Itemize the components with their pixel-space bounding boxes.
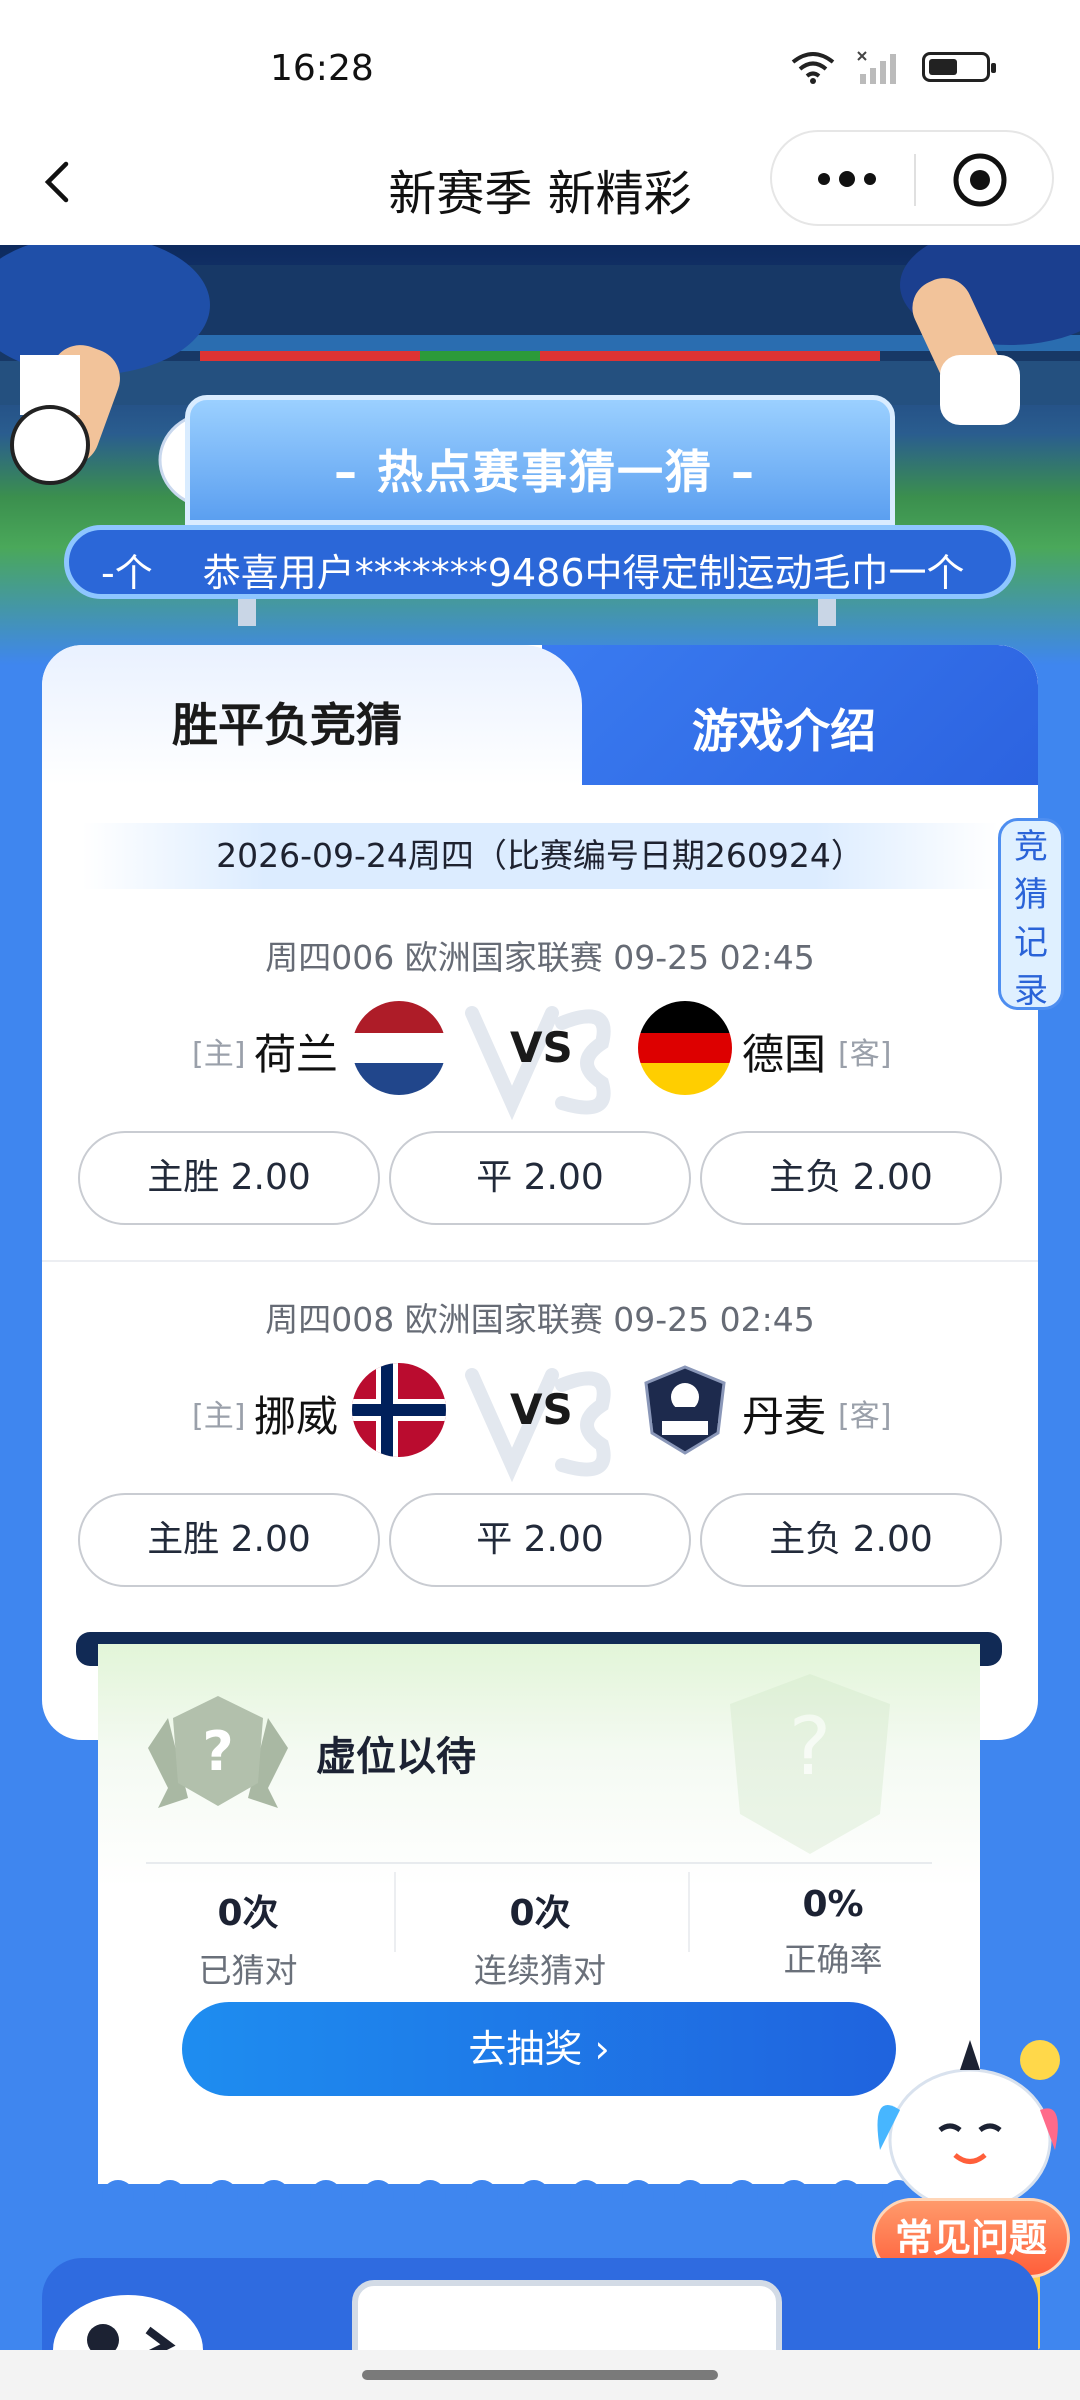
stat-value: 0次 bbox=[217, 1893, 279, 1934]
draw-odds-button[interactable]: 平 2.00 bbox=[389, 1493, 691, 1587]
match-info: 周四008 欧洲国家联赛 09-25 02:45 bbox=[265, 1300, 815, 1339]
home-win-odds-button[interactable]: 主胜 2.00 bbox=[78, 1493, 380, 1587]
status-bar: 16:28 bbox=[0, 0, 1080, 130]
stat-value: 0次 bbox=[509, 1893, 571, 1934]
away-team-logo-icon bbox=[644, 1365, 726, 1455]
stat-label: 已猜对 bbox=[198, 1951, 298, 1990]
team-row: [主] 挪威 VS 丹麦 [客] bbox=[42, 1361, 1038, 1483]
away-tag: [客] bbox=[838, 1037, 892, 1072]
side-tab-char: 猜 bbox=[1014, 875, 1048, 915]
stat-correct: 0次 已猜对 bbox=[118, 1884, 378, 1992]
status-time: 16:28 bbox=[270, 48, 374, 89]
stat-accuracy: 0% 正确率 bbox=[703, 1884, 963, 1981]
team-row: [主] 荷兰 VS 德国 [客] bbox=[42, 999, 1038, 1121]
guess-card: 胜平负竞猜 游戏介绍 2026-09-24周四（比赛编号日期260924） 周四… bbox=[42, 645, 1038, 1740]
capsule-divider bbox=[914, 154, 916, 206]
more-icon[interactable] bbox=[812, 164, 882, 194]
rank-status: 虚位以待 bbox=[316, 1734, 476, 1780]
hot-match-board: – 热点赛事猜一猜 – bbox=[185, 395, 895, 525]
ticket-scallop-edge bbox=[98, 2166, 980, 2202]
board-post-right bbox=[818, 598, 836, 626]
go-lottery-button[interactable]: 去抽奖 › bbox=[182, 2002, 896, 2096]
unknown-rank-badge-icon: ? bbox=[148, 1696, 288, 1808]
nav-bar: 新赛季 新精彩 bbox=[0, 130, 1080, 245]
stat-label: 正确率 bbox=[783, 1940, 883, 1979]
close-target-icon[interactable] bbox=[950, 150, 1010, 210]
vs-label: VS bbox=[510, 1385, 573, 1434]
stat-value: 0% bbox=[802, 1884, 864, 1925]
board-post-left bbox=[238, 598, 256, 626]
germany-flag-icon bbox=[638, 1001, 732, 1095]
away-tag: [客] bbox=[838, 1399, 892, 1434]
away-team-name: 德国 bbox=[742, 1030, 827, 1079]
faq-mascot-illustration bbox=[877, 2040, 1060, 2212]
ticker-text: -个 恭喜用户*******9486中得定制运动毛巾一个 bbox=[101, 551, 965, 595]
home-team-name: 荷兰 bbox=[254, 1030, 339, 1079]
board-title: – 热点赛事猜一猜 – bbox=[333, 445, 757, 499]
svg-text:?: ? bbox=[789, 1700, 831, 1793]
vs-label: VS bbox=[510, 1023, 573, 1072]
side-tab-char: 竞 bbox=[1014, 827, 1048, 867]
ranking-ticket: ? ? 虚位以待 0次 已猜对 0次 连续猜对 0% 正确率 去抽奖 › bbox=[98, 1644, 980, 2202]
match-card: 周四008 欧洲国家联赛 09-25 02:45 [主] 挪威 VS 丹麦 [客… bbox=[42, 1293, 1038, 1633]
match-card: 周四006 欧洲国家联赛 09-25 02:45 [主] 荷兰 VS 德国 [客… bbox=[42, 931, 1038, 1271]
badge-watermark-icon: ? bbox=[730, 1674, 890, 1854]
status-icons bbox=[790, 50, 996, 84]
wifi-icon bbox=[791, 52, 835, 84]
stat-separator bbox=[688, 1872, 690, 1952]
home-tag: [主] bbox=[192, 1399, 246, 1434]
home-lose-odds-button[interactable]: 主负 2.00 bbox=[700, 1493, 1002, 1587]
stats-divider bbox=[146, 1862, 932, 1864]
home-indicator[interactable] bbox=[362, 2370, 718, 2380]
guess-record-tab[interactable]: 竞 猜 记 录 bbox=[998, 818, 1064, 1011]
side-tab-char: 录 bbox=[1014, 971, 1048, 1011]
home-win-odds-button[interactable]: 主胜 2.00 bbox=[78, 1131, 380, 1225]
tab-win-draw-lose-label: 胜平负竞猜 bbox=[172, 698, 402, 752]
home-lose-odds-button[interactable]: 主负 2.00 bbox=[700, 1131, 1002, 1225]
tab-bar: 胜平负竞猜 游戏介绍 bbox=[42, 645, 1038, 785]
winner-ticker: -个 恭喜用户*******9486中得定制运动毛巾一个 bbox=[64, 525, 1016, 599]
stat-streak: 0次 连续猜对 bbox=[410, 1884, 670, 1992]
signal-icon bbox=[857, 51, 896, 84]
match-divider bbox=[42, 1260, 1038, 1262]
norway-flag-icon bbox=[352, 1363, 446, 1457]
stat-label: 连续猜对 bbox=[474, 1951, 606, 1990]
side-tab-char: 记 bbox=[1014, 923, 1048, 963]
stat-separator bbox=[394, 1872, 396, 1952]
svg-text:?: ? bbox=[202, 1720, 233, 1783]
home-tag: [主] bbox=[192, 1037, 246, 1072]
netherlands-flag-icon bbox=[352, 1001, 446, 1095]
match-date: 2026-09-24周四（比赛编号日期260924） bbox=[82, 823, 998, 889]
home-team-name: 挪威 bbox=[254, 1392, 339, 1441]
tab-game-intro-label: 游戏介绍 bbox=[692, 704, 876, 758]
draw-odds-button[interactable]: 平 2.00 bbox=[389, 1131, 691, 1225]
battery-icon bbox=[922, 52, 996, 82]
away-team-name: 丹麦 bbox=[742, 1392, 827, 1441]
mini-program-capsule bbox=[770, 130, 1054, 226]
match-info: 周四006 欧洲国家联赛 09-25 02:45 bbox=[265, 938, 815, 977]
